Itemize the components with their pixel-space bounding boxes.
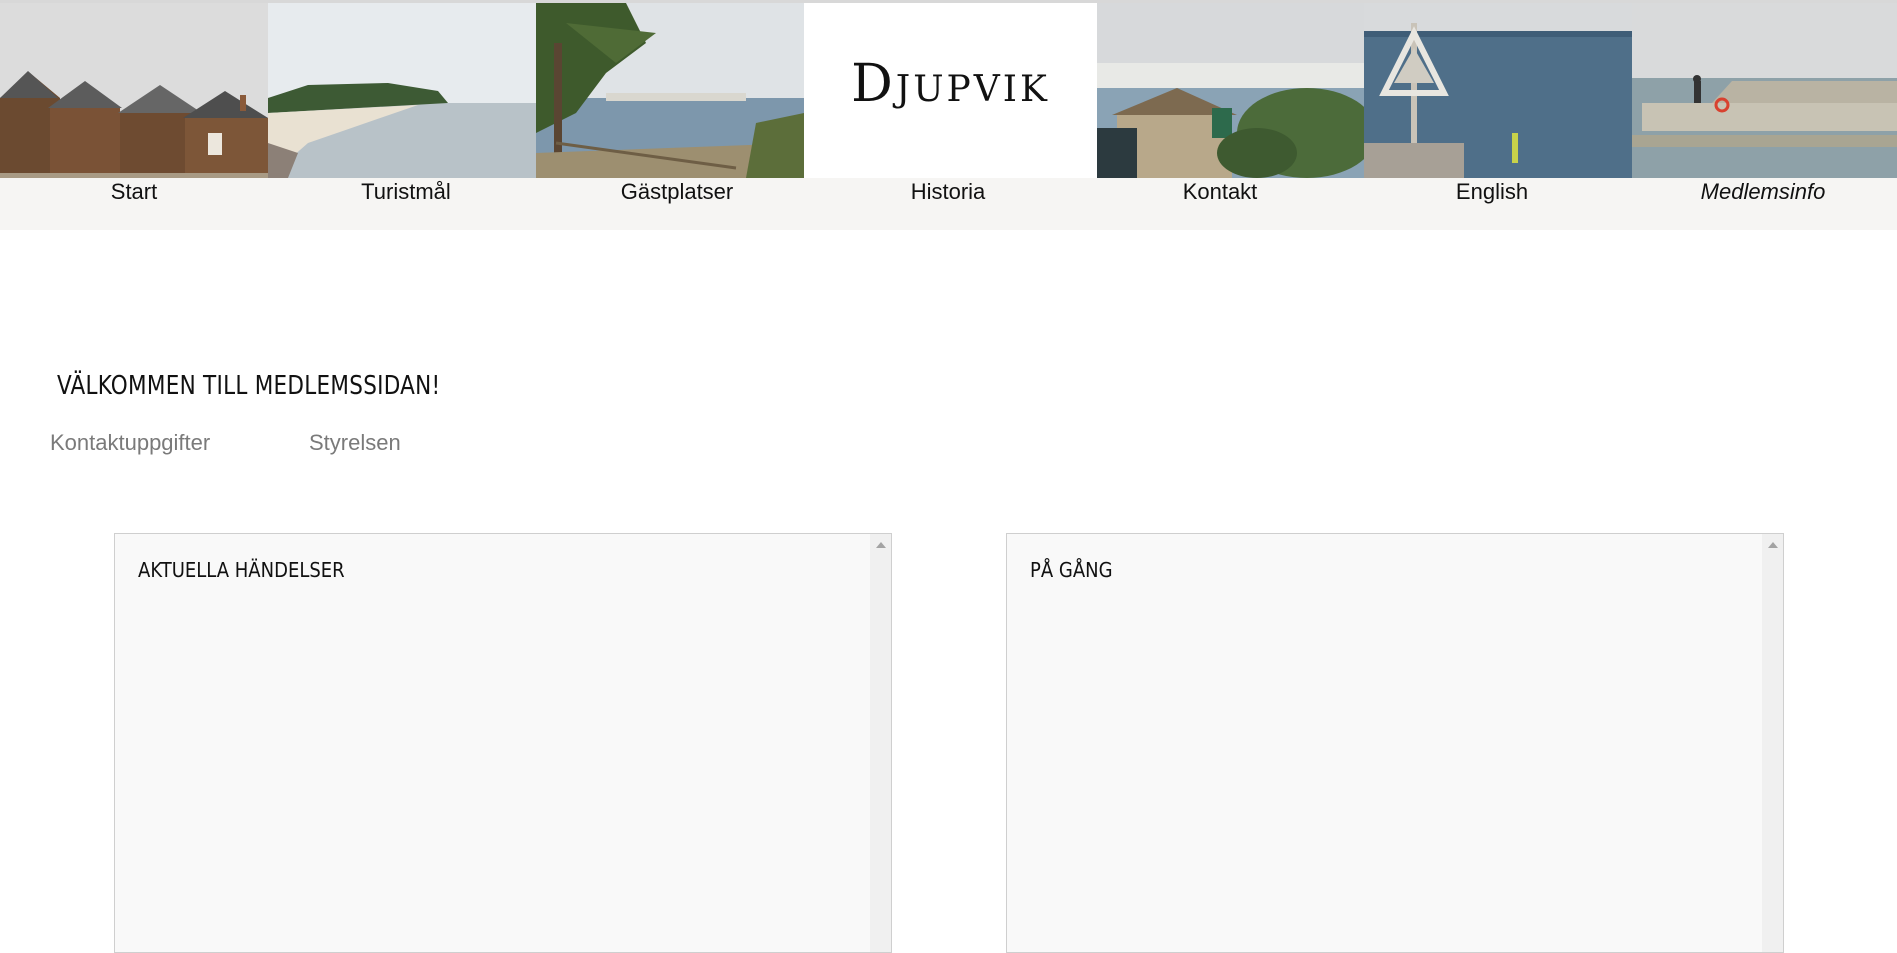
photo-pine-coast <box>536 3 804 178</box>
nav-medlemsinfo[interactable]: Medlemsinfo <box>1628 178 1897 206</box>
panel-scrollbar[interactable] <box>1762 534 1783 952</box>
site-logo[interactable]: Djupvik <box>851 54 1050 114</box>
link-styrelsen[interactable]: Styrelsen <box>309 430 401 456</box>
photo-sea-marker <box>1364 3 1632 178</box>
nav-start[interactable]: Start <box>0 178 268 206</box>
nav-kontakt[interactable]: Kontakt <box>1084 178 1356 206</box>
photo-cottage <box>1097 3 1364 178</box>
photo-beach <box>268 3 536 178</box>
nav-gastplatser[interactable]: Gästplatser <box>540 178 814 206</box>
panel-title: PÅ GÅNG <box>1030 558 1113 582</box>
link-kontaktuppgifter[interactable]: Kontaktuppgifter <box>50 430 210 456</box>
panel-pa-gang[interactable]: PÅ GÅNG <box>1006 533 1784 953</box>
panel-scrollbar[interactable] <box>870 534 891 952</box>
panel-title: AKTUELLA HÄNDELSER <box>138 558 345 582</box>
nav-turistmal[interactable]: Turistmål <box>270 178 542 206</box>
main-nav: Start Turistmål Gästplatser Historia Kon… <box>0 178 1897 230</box>
page-title: VÄLKOMMEN TILL MEDLEMSSIDAN! <box>57 371 441 401</box>
nav-english[interactable]: English <box>1356 178 1628 206</box>
nav-historia[interactable]: Historia <box>812 178 1084 206</box>
scroll-up-arrow-icon[interactable] <box>876 542 886 548</box>
photo-pier <box>1632 3 1897 178</box>
panel-aktuella-handelser[interactable]: AKTUELLA HÄNDELSER <box>114 533 892 953</box>
logo-tile[interactable]: Djupvik <box>804 3 1097 178</box>
scroll-up-arrow-icon[interactable] <box>1768 542 1778 548</box>
photo-cabins <box>0 3 268 178</box>
header-banner: Djupvik <box>0 3 1897 178</box>
